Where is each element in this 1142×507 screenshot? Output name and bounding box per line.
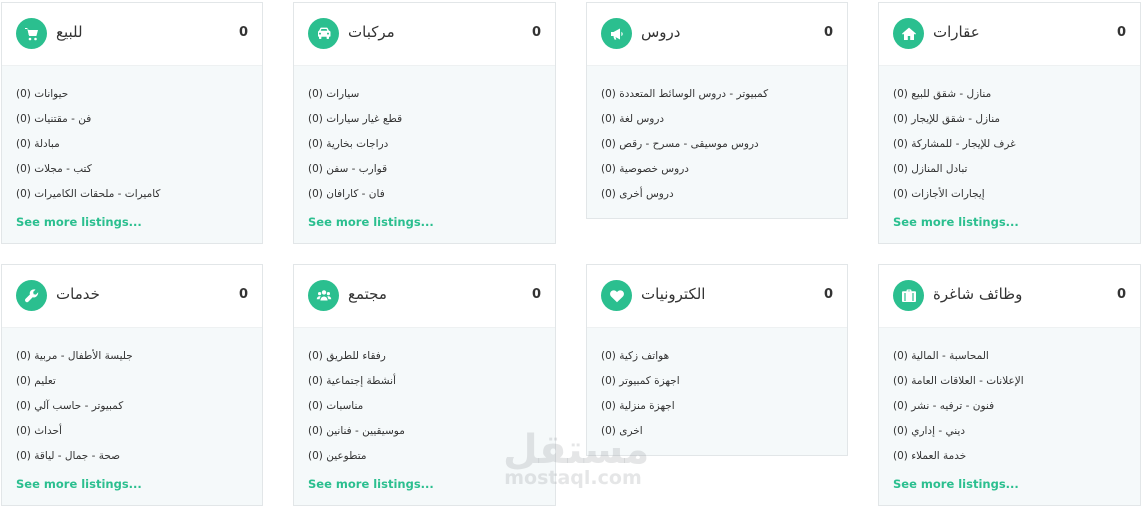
category-title[interactable]: مركبات: [348, 23, 395, 41]
category-title[interactable]: دروس: [641, 23, 680, 41]
category-count: 0: [238, 25, 248, 40]
subcategory-link[interactable]: (خدمة العملاء (0: [893, 448, 1140, 473]
category-title[interactable]: للبيع: [56, 23, 83, 41]
subcategory-link[interactable]: (منازل - شقق للبيع (0: [893, 86, 1140, 111]
subcategory-list: (حيوانات (0 (فن - مقتنيات (0 (مبادلة (0 …: [2, 66, 262, 230]
subcategory-list: (كمبيوتر - دروس الوسائط المتعددة (0 (درو…: [587, 66, 847, 211]
category-count: 0: [531, 25, 541, 40]
subcategory-link[interactable]: (دراجات بخارية (0: [308, 136, 555, 161]
subcategory-link[interactable]: (مناسبات (0: [308, 398, 555, 423]
category-title[interactable]: عقارات: [933, 23, 980, 41]
subcategory-link[interactable]: (دروس موسيقى - مسرح - رقص (0: [601, 136, 847, 161]
subcategory-link[interactable]: (جليسة الأطفال - مربية (0: [16, 348, 262, 373]
card-header: الكترونيات 0: [587, 265, 847, 328]
subcategory-link[interactable]: (مبادلة (0: [16, 136, 262, 161]
category-count: 0: [823, 25, 833, 40]
category-title[interactable]: مجتمع: [348, 285, 387, 303]
category-count: 0: [1116, 25, 1126, 40]
subcategory-link[interactable]: (أنشطة إجتماعية (0: [308, 373, 555, 398]
see-more-listings-link[interactable]: See more listings...: [308, 476, 434, 492]
subcategory-list: (منازل - شقق للبيع (0 (منازل - شقق للإيج…: [879, 66, 1140, 230]
megaphone-icon[interactable]: [601, 18, 632, 49]
subcategory-link[interactable]: (موسيقيين - فنانين (0: [308, 423, 555, 448]
category-card-for-sale: للبيع 0 (حيوانات (0 (فن - مقتنيات (0 (مب…: [1, 2, 263, 244]
category-title[interactable]: الكترونيات: [641, 285, 705, 303]
subcategory-link[interactable]: (صحة - جمال - لياقة (0: [16, 448, 262, 473]
see-more-listings-link[interactable]: See more listings...: [893, 476, 1019, 492]
card-header: وظائف شاغرة 0: [879, 265, 1140, 328]
subcategory-link[interactable]: (كمبيوتر - حاسب آلي (0: [16, 398, 262, 423]
category-count: 0: [238, 287, 248, 302]
category-title[interactable]: وظائف شاغرة: [933, 285, 1022, 303]
see-more-listings-link[interactable]: See more listings...: [308, 214, 434, 230]
category-card-lessons: دروس 0 (كمبيوتر - دروس الوسائط المتعددة …: [586, 2, 848, 219]
card-header: عقارات 0: [879, 3, 1140, 66]
see-more-listings-link[interactable]: See more listings...: [893, 214, 1019, 230]
category-card-vehicles: مركبات 0 (سيارات (0 (قطع غيار سيارات (0 …: [293, 2, 556, 244]
subcategory-link[interactable]: (كاميرات - ملحقات الكاميرات (0: [16, 186, 262, 211]
subcategory-list: (المحاسبة - المالية (0 (الإعلانات - العل…: [879, 328, 1140, 492]
subcategory-link[interactable]: (كتب - مجلات (0: [16, 161, 262, 186]
subcategory-link[interactable]: (أحداث (0: [16, 423, 262, 448]
home-icon[interactable]: [893, 18, 924, 49]
subcategory-link[interactable]: (تعليم (0: [16, 373, 262, 398]
group-icon[interactable]: [308, 280, 339, 311]
briefcase-icon[interactable]: [893, 280, 924, 311]
category-card-services: خدمات 0 (جليسة الأطفال - مربية (0 (تعليم…: [1, 264, 263, 506]
category-title[interactable]: خدمات: [56, 285, 100, 303]
subcategory-link[interactable]: (تبادل المنازل (0: [893, 161, 1140, 186]
card-header: دروس 0: [587, 3, 847, 66]
see-more-listings-link[interactable]: See more listings...: [16, 476, 142, 492]
see-more-listings-link[interactable]: See more listings...: [16, 214, 142, 230]
category-card-jobs: وظائف شاغرة 0 (المحاسبة - المالية (0 (ال…: [878, 264, 1141, 506]
subcategory-link[interactable]: (كمبيوتر - دروس الوسائط المتعددة (0: [601, 86, 847, 111]
card-header: مجتمع 0: [294, 265, 555, 328]
card-header: خدمات 0: [2, 265, 262, 328]
subcategory-list: (هواتف زكية (0 (اجهزة كمبيوتر (0 (اجهزة …: [587, 328, 847, 448]
category-count: 0: [1116, 287, 1126, 302]
category-count: 0: [823, 287, 833, 302]
subcategory-link[interactable]: (دروس أخرى (0: [601, 186, 847, 211]
subcategory-link[interactable]: (رفقاء للطريق (0: [308, 348, 555, 373]
subcategory-link[interactable]: (سيارات (0: [308, 86, 555, 111]
subcategory-link[interactable]: (فان - كارافان (0: [308, 186, 555, 211]
heart-icon[interactable]: [601, 280, 632, 311]
category-card-community: مجتمع 0 (رفقاء للطريق (0 (أنشطة إجتماعية…: [293, 264, 556, 506]
subcategory-link[interactable]: (المحاسبة - المالية (0: [893, 348, 1140, 373]
subcategory-link[interactable]: (حيوانات (0: [16, 86, 262, 111]
subcategory-list: (جليسة الأطفال - مربية (0 (تعليم (0 (كمب…: [2, 328, 262, 492]
subcategory-list: (رفقاء للطريق (0 (أنشطة إجتماعية (0 (منا…: [294, 328, 555, 492]
subcategory-link[interactable]: (منازل - شقق للإيجار (0: [893, 111, 1140, 136]
subcategory-link[interactable]: (دروس خصوصية (0: [601, 161, 847, 186]
card-header: مركبات 0: [294, 3, 555, 66]
subcategory-link[interactable]: (هواتف زكية (0: [601, 348, 847, 373]
subcategory-link[interactable]: (فنون - ترفيه - نشر (0: [893, 398, 1140, 423]
subcategory-link[interactable]: (قطع غيار سيارات (0: [308, 111, 555, 136]
subcategory-link[interactable]: (اجهزة كمبيوتر (0: [601, 373, 847, 398]
card-header: للبيع 0: [2, 3, 262, 66]
subcategory-link[interactable]: (إيجارات الأجازات (0: [893, 186, 1140, 211]
subcategory-list: (سيارات (0 (قطع غيار سيارات (0 (دراجات ب…: [294, 66, 555, 230]
category-card-electronics: الكترونيات 0 (هواتف زكية (0 (اجهزة كمبيو…: [586, 264, 848, 456]
subcategory-link[interactable]: (متطوعين (0: [308, 448, 555, 473]
subcategory-link[interactable]: (قوارب - سفن (0: [308, 161, 555, 186]
car-icon[interactable]: [308, 18, 339, 49]
subcategory-link[interactable]: (ديني - إداري (0: [893, 423, 1140, 448]
category-card-real-estate: عقارات 0 (منازل - شقق للبيع (0 (منازل - …: [878, 2, 1141, 244]
subcategory-link[interactable]: (فن - مقتنيات (0: [16, 111, 262, 136]
subcategory-link[interactable]: (دروس لغة (0: [601, 111, 847, 136]
subcategory-link[interactable]: (اجهزة منزلية (0: [601, 398, 847, 423]
wrench-icon[interactable]: [16, 280, 47, 311]
shopping-cart-icon[interactable]: [16, 18, 47, 49]
subcategory-link[interactable]: (غرف للإيجار - للمشاركة (0: [893, 136, 1140, 161]
subcategory-link[interactable]: (الإعلانات - العلاقات العامة (0: [893, 373, 1140, 398]
subcategory-link[interactable]: (اخرى (0: [601, 423, 847, 448]
category-count: 0: [531, 287, 541, 302]
